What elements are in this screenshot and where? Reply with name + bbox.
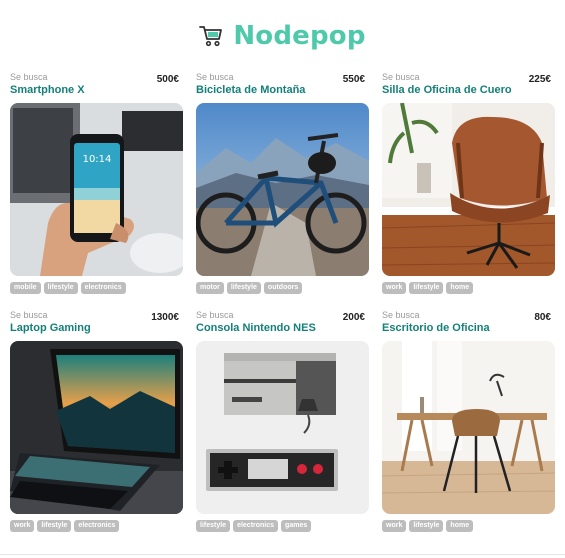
product-title[interactable]: Smartphone X bbox=[10, 84, 85, 96]
product-title[interactable]: Consola Nintendo NES bbox=[196, 322, 316, 334]
product-card[interactable]: Se busca 80€ Escritorio de Oficina work … bbox=[382, 310, 555, 540]
product-title[interactable]: Bicicleta de Montaña bbox=[196, 84, 305, 96]
product-price: 225€ bbox=[528, 74, 551, 85]
tag[interactable]: work bbox=[10, 520, 35, 532]
product-card[interactable]: Se busca 200€ Consola Nintendo NES lifes… bbox=[196, 310, 369, 540]
chair-photo[interactable] bbox=[382, 103, 555, 276]
tag[interactable]: work bbox=[382, 520, 407, 532]
tag[interactable]: electronics bbox=[80, 282, 126, 294]
tag[interactable]: lifestyle bbox=[37, 520, 72, 532]
product-title[interactable]: Escritorio de Oficina bbox=[382, 322, 490, 334]
product-card[interactable]: Se busca 500€ Smartphone X 10:14 mobile … bbox=[10, 72, 183, 302]
product-price: 80€ bbox=[534, 312, 551, 323]
tag[interactable]: lifestyle bbox=[196, 520, 231, 532]
product-price: 200€ bbox=[342, 312, 365, 323]
tag-list: lifestyle electronics games bbox=[196, 520, 312, 532]
footer-divider bbox=[0, 554, 565, 555]
listing-type-label: Se busca bbox=[10, 310, 48, 320]
shopping-cart-icon bbox=[199, 24, 223, 48]
product-card[interactable]: Se busca 225€ Silla de Oficina de Cuero … bbox=[382, 72, 555, 302]
listing-type-label: Se busca bbox=[10, 72, 48, 82]
tag[interactable]: electronics bbox=[233, 520, 279, 532]
listing-type-label: Se busca bbox=[382, 310, 420, 320]
tag[interactable]: outdoors bbox=[263, 282, 303, 294]
listing-type-label: Se busca bbox=[382, 72, 420, 82]
tag-list: motor lifestyle outdoors bbox=[196, 282, 303, 294]
tag[interactable]: lifestyle bbox=[43, 282, 78, 294]
product-title[interactable]: Silla de Oficina de Cuero bbox=[382, 84, 512, 96]
laptop-photo[interactable] bbox=[10, 341, 183, 514]
tag[interactable]: motor bbox=[196, 282, 224, 294]
tag-list: work lifestyle home bbox=[382, 520, 474, 532]
product-title[interactable]: Laptop Gaming bbox=[10, 322, 91, 334]
product-price: 550€ bbox=[342, 74, 365, 85]
phone-photo[interactable]: 10:14 bbox=[10, 103, 183, 276]
tag[interactable]: home bbox=[446, 282, 474, 294]
svg-text:10:14: 10:14 bbox=[83, 154, 112, 165]
app-title[interactable]: Nodepop bbox=[233, 21, 365, 51]
tag[interactable]: work bbox=[382, 282, 407, 294]
tag[interactable]: home bbox=[446, 520, 474, 532]
desk-photo[interactable] bbox=[382, 341, 555, 514]
tag[interactable]: electronics bbox=[74, 520, 120, 532]
listing-type-label: Se busca bbox=[196, 72, 234, 82]
tag[interactable]: lifestyle bbox=[409, 520, 444, 532]
app-header: Nodepop bbox=[0, 18, 565, 54]
bike-photo[interactable] bbox=[196, 103, 369, 276]
tag-list: work lifestyle home bbox=[382, 282, 474, 294]
tag-list: work lifestyle electronics bbox=[10, 520, 120, 532]
product-card[interactable]: Se busca 550€ Bicicleta de Montaña motor… bbox=[196, 72, 369, 302]
product-price: 500€ bbox=[156, 74, 179, 85]
tag-list: mobile lifestyle electronics bbox=[10, 282, 126, 294]
tag[interactable]: lifestyle bbox=[409, 282, 444, 294]
listing-type-label: Se busca bbox=[196, 310, 234, 320]
tag[interactable]: games bbox=[281, 520, 312, 532]
console-photo[interactable] bbox=[196, 341, 369, 514]
tag[interactable]: lifestyle bbox=[226, 282, 261, 294]
product-card[interactable]: Se busca 1300€ Laptop Gaming work lifest… bbox=[10, 310, 183, 540]
product-price: 1300€ bbox=[151, 312, 179, 323]
tag[interactable]: mobile bbox=[10, 282, 41, 294]
